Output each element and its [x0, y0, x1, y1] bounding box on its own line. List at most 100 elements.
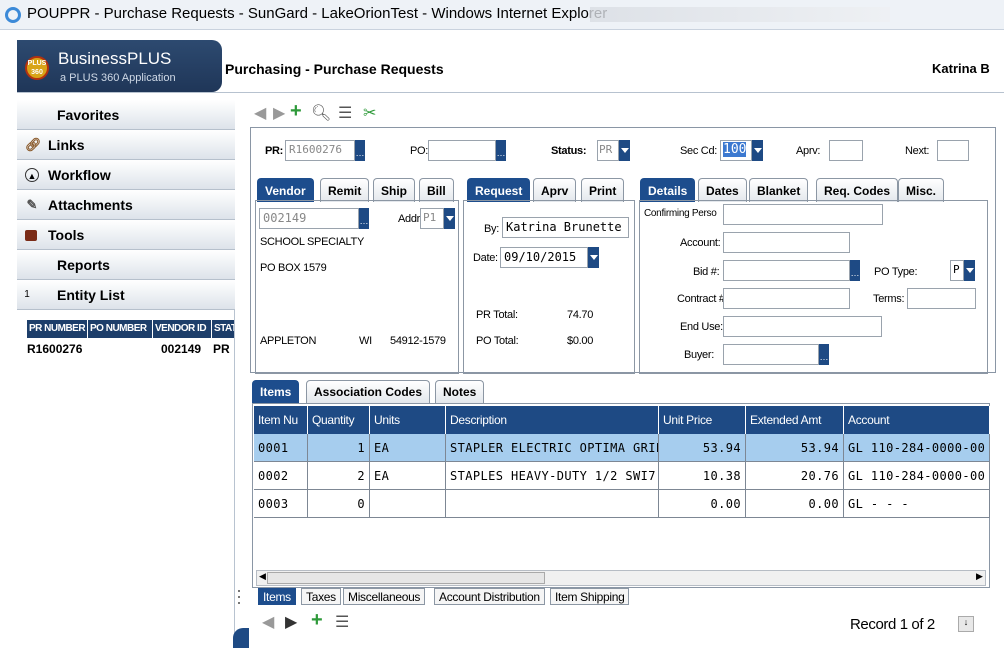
tab-vendor[interactable]: Vendor [257, 178, 314, 202]
tools-menu-icon[interactable]: ✂ [363, 106, 376, 122]
status-field[interactable]: PR [597, 140, 619, 161]
subtab-taxes[interactable]: Taxes [301, 588, 341, 605]
status-dropdown-icon[interactable] [619, 140, 630, 161]
po-lookup-button[interactable]: … [496, 140, 506, 161]
list-menu-icon[interactable]: ☰ [338, 106, 352, 122]
entity-col-po-number[interactable]: PO NUMBER [88, 320, 152, 338]
entity-col-pr-number[interactable]: PR NUMBER [27, 320, 87, 338]
grid-header-3[interactable]: Description [446, 406, 659, 434]
grid-cell[interactable]: EA [370, 462, 446, 490]
grid-header-1[interactable]: Quantity [308, 406, 370, 434]
buyer-lookup-button[interactable]: … [819, 344, 829, 365]
grid-cell[interactable]: 53.94 [659, 434, 746, 462]
grid-cell[interactable]: STAPLER ELECTRIC OPTIMA GRIP [446, 434, 659, 462]
splitter-grip[interactable] [238, 602, 240, 604]
sidebar-item-reports[interactable]: Reports [17, 250, 235, 280]
bid-field[interactable] [723, 260, 850, 281]
bid-lookup-button[interactable]: … [850, 260, 860, 281]
splitter-grip[interactable] [238, 596, 240, 598]
sidebar-item-favorites[interactable]: Favorites [17, 100, 235, 130]
sec-cd-dropdown-icon[interactable] [752, 140, 763, 161]
grid-cell[interactable] [446, 490, 659, 518]
tab-misc[interactable]: Misc. [898, 178, 945, 202]
grid-cell[interactable]: 20.76 [746, 462, 844, 490]
terms-field[interactable] [907, 288, 976, 309]
request-date-field[interactable]: 09/10/2015 [500, 247, 588, 268]
scrollbar-thumb[interactable] [267, 572, 545, 584]
grid-cell[interactable]: GL - - - [844, 490, 990, 518]
subtab-items[interactable]: Items [258, 588, 296, 605]
sidebar-item-attachments[interactable]: ✎ Attachments [17, 190, 235, 220]
account-field[interactable] [723, 232, 850, 253]
next-field[interactable] [937, 140, 969, 161]
previous-icon[interactable]: ◀ [254, 106, 266, 122]
grid-cell[interactable]: STAPLES HEAVY-DUTY 1/2 SWI7 [446, 462, 659, 490]
grid-cell[interactable]: 0003 [254, 490, 308, 518]
po-type-dropdown-icon[interactable] [964, 260, 975, 281]
record-nav-icon[interactable]: ↓ [958, 616, 974, 632]
sidebar-item-links[interactable]: 🔗︎ Links [17, 130, 235, 160]
addr-dropdown-icon[interactable] [444, 208, 455, 229]
entity-vendor-id[interactable]: 002149 [161, 342, 201, 356]
sec-cd-field[interactable]: 100 [720, 140, 752, 161]
grid-cell[interactable]: 2 [308, 462, 370, 490]
date-picker-icon[interactable] [588, 247, 599, 268]
grid-cell[interactable]: 0.00 [746, 490, 844, 518]
tab-details[interactable]: Details [640, 178, 696, 202]
grid-cell[interactable]: 0.00 [659, 490, 746, 518]
po-number-field[interactable] [428, 140, 496, 161]
sidebar-item-workflow[interactable]: ▲ Workflow [17, 160, 235, 190]
sidebar-item-entity-list[interactable]: 1 Entity List [17, 280, 235, 310]
grid-cell[interactable]: GL 110-284-0000-00 [844, 434, 990, 462]
scroll-right-icon[interactable]: ▶ [976, 571, 983, 582]
grid-cell[interactable]: 1 [308, 434, 370, 462]
tab-items[interactable]: Items [252, 380, 300, 403]
tab-remit[interactable]: Remit [320, 178, 370, 202]
brand-logo[interactable]: PLUS 360 BusinessPLUS a PLUS 360 Applicat… [17, 40, 222, 92]
aprv-field[interactable] [829, 140, 863, 161]
subtab-account-distribution[interactable]: Account Distribution [434, 588, 545, 605]
grid-header-5[interactable]: Extended Amt [746, 406, 844, 434]
pr-lookup-button[interactable]: … [355, 140, 365, 161]
splitter-grip[interactable] [238, 590, 240, 592]
vendor-id-field[interactable]: 002149 [259, 208, 359, 229]
next-icon[interactable]: ▶ [273, 106, 285, 122]
sidebar-item-tools[interactable]: Tools [17, 220, 235, 250]
add-icon[interactable]: + [290, 101, 302, 121]
grid-cell[interactable] [370, 490, 446, 518]
search-icon[interactable]: 🔍︎ [311, 106, 331, 122]
addr-field[interactable]: P1 [420, 208, 444, 229]
tab-association-codes[interactable]: Association Codes [306, 380, 431, 403]
grid-header-6[interactable]: Account [844, 406, 990, 434]
confirming-person-field[interactable] [723, 204, 883, 225]
grid-header-2[interactable]: Units [370, 406, 446, 434]
entity-status[interactable]: PR [213, 342, 230, 356]
previous-record-icon[interactable]: ◀ [262, 615, 274, 631]
tab-req-codes[interactable]: Req. Codes [816, 178, 899, 202]
entity-pr-number[interactable]: R1600276 [27, 342, 82, 356]
grid-cell[interactable]: 53.94 [746, 434, 844, 462]
tab-blanket[interactable]: Blanket [749, 178, 809, 202]
add-item-icon[interactable]: + [311, 610, 323, 630]
contract-field[interactable] [723, 288, 850, 309]
requested-by-field[interactable]: Katrina Brunette [502, 217, 629, 238]
vendor-lookup-button[interactable]: … [359, 208, 369, 229]
scroll-left-icon[interactable]: ◀ [259, 571, 266, 582]
sidebar-splitter[interactable] [235, 100, 243, 648]
buyer-field[interactable] [723, 344, 819, 365]
subtab-item-shipping[interactable]: Item Shipping [550, 588, 630, 605]
tab-notes[interactable]: Notes [435, 380, 485, 403]
grid-header-0[interactable]: Item Nu [254, 406, 308, 434]
user-name[interactable]: Katrina B [932, 61, 990, 76]
entity-col-vendor-id[interactable]: VENDOR ID [153, 320, 211, 338]
tab-print[interactable]: Print [581, 178, 625, 202]
subtab-miscellaneous[interactable]: Miscellaneous [343, 588, 426, 605]
tab-request[interactable]: Request [467, 178, 531, 202]
grid-cell[interactable]: 0001 [254, 434, 308, 462]
pr-number-field[interactable]: R1600276 [285, 140, 355, 161]
item-list-menu-icon[interactable]: ☰ [335, 615, 349, 631]
grid-cell[interactable]: 10.38 [659, 462, 746, 490]
tab-aprv[interactable]: Aprv [533, 178, 577, 202]
grid-cell[interactable]: EA [370, 434, 446, 462]
end-use-field[interactable] [723, 316, 882, 337]
